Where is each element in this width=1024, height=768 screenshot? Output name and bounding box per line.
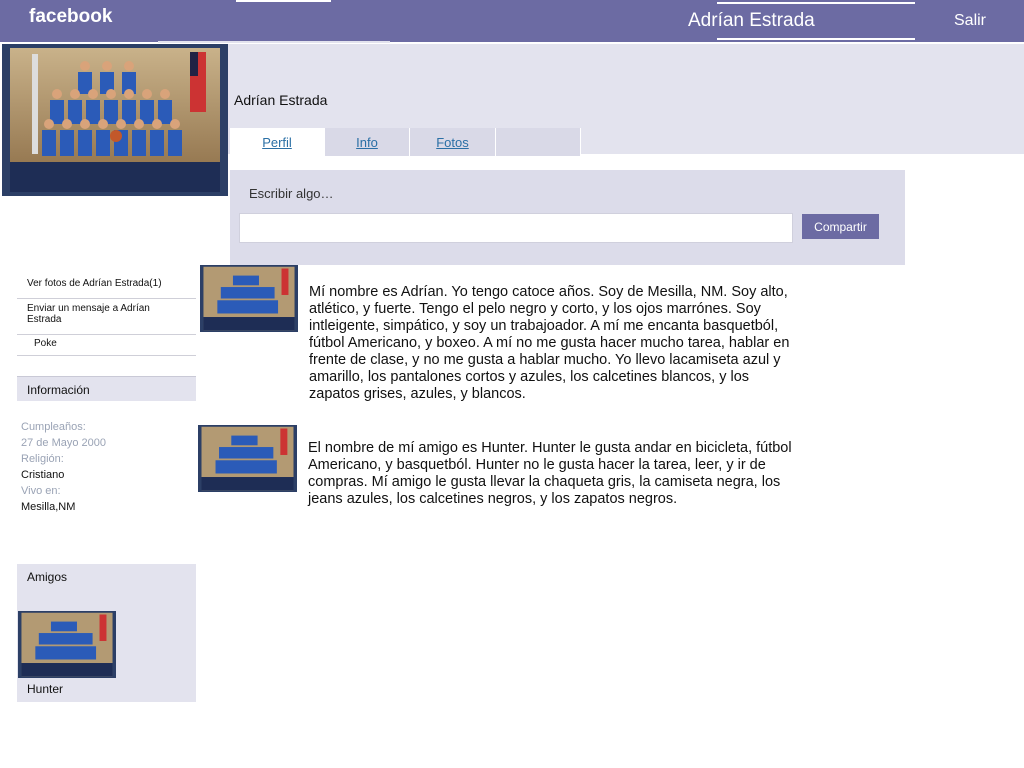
post-photo[interactable] (198, 425, 297, 492)
religion-label: Religión: (21, 453, 64, 465)
publisher-label: Escribir algo… (249, 186, 334, 201)
tab-info[interactable]: Info (325, 128, 410, 156)
top-bar (0, 0, 1024, 42)
friend-photo[interactable] (18, 611, 116, 678)
post-text: El nombre de mí amigo es Hunter. Hunter … (308, 440, 792, 507)
info-section-title: Información (17, 376, 196, 401)
tab-fotos[interactable]: Fotos (410, 128, 496, 156)
status-input[interactable] (239, 213, 793, 243)
lives-value: Mesilla,NM (21, 501, 76, 513)
tab-perfil[interactable]: Perfil (230, 128, 325, 156)
topbar-user-name[interactable]: Adrían Estrada (688, 10, 815, 32)
post-photo[interactable] (200, 265, 298, 332)
share-button[interactable]: Compartir (802, 214, 879, 239)
birthday-label: Cumpleaños: (21, 421, 86, 433)
profile-name: Adrían Estrada (234, 92, 328, 108)
tab-empty[interactable] (496, 128, 581, 156)
send-message-link[interactable]: Enviar un mensaje a Adrían Estrada (17, 303, 196, 335)
friend-name[interactable]: Hunter (27, 682, 63, 696)
friends-title: Amigos (27, 570, 68, 584)
birthday-value: 27 de Mayo 2000 (21, 437, 107, 449)
topbar-divider (236, 0, 331, 2)
religion-value: Cristiano (21, 469, 65, 481)
topbar-divider (717, 2, 915, 4)
topbar-divider (717, 38, 915, 40)
logout-link[interactable]: Salir (954, 12, 986, 30)
post-text: Mí nombre es Adrían. Yo tengo catoce año… (309, 284, 790, 402)
poke-link[interactable]: Poke (17, 338, 196, 356)
topbar-divider (158, 41, 390, 43)
view-photos-link[interactable]: Ver fotos de Adrían Estrada(1) (17, 278, 196, 299)
facebook-logo[interactable]: facebook (29, 6, 112, 28)
profile-photo[interactable] (2, 44, 228, 196)
lives-label: Vivo en: (21, 485, 61, 497)
profile-tabs: Perfil Info Fotos (230, 128, 581, 156)
